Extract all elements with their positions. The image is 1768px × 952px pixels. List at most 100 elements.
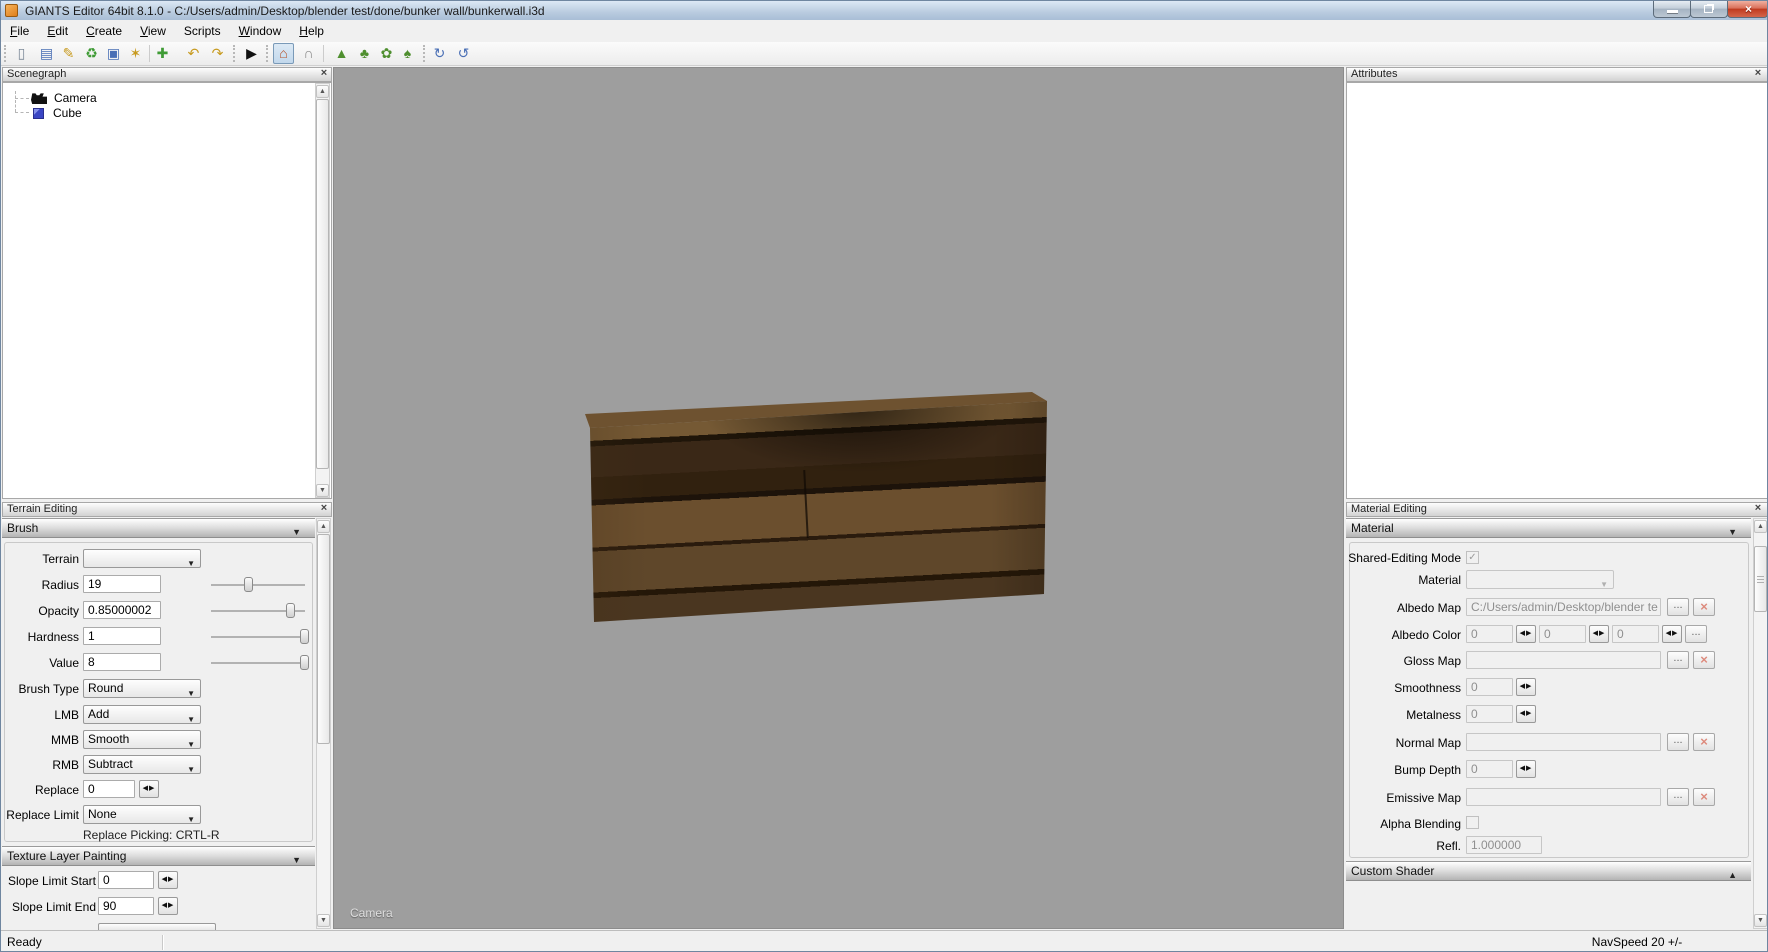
smoothness-input[interactable]: 0 bbox=[1466, 678, 1513, 696]
radius-input[interactable]: 19 bbox=[83, 575, 161, 593]
metalness-spinner[interactable]: ◀▶ bbox=[1516, 705, 1536, 723]
hardness-slider[interactable] bbox=[211, 636, 305, 638]
value-slider-handle[interactable] bbox=[300, 655, 309, 670]
slope-limit-end-input[interactable]: 90 bbox=[98, 897, 154, 915]
menu-help[interactable]: Help bbox=[290, 20, 333, 42]
add-object-button[interactable]: ✚ bbox=[152, 43, 173, 64]
albedo-map-input[interactable]: C:/Users/admin/Desktop/blender te bbox=[1466, 598, 1661, 616]
undo-button[interactable]: ↶ bbox=[183, 43, 204, 64]
scroll-thumb[interactable] bbox=[1754, 546, 1767, 612]
terrain-sculpt-button[interactable]: ▲ bbox=[331, 43, 352, 64]
radius-slider[interactable] bbox=[211, 584, 305, 586]
slope-limit-start-input[interactable]: 0 bbox=[98, 871, 154, 889]
terrain-dropdown[interactable]: ▼ bbox=[83, 549, 201, 568]
hardness-slider-handle[interactable] bbox=[300, 629, 309, 644]
opacity-slider[interactable] bbox=[211, 610, 305, 612]
play-button[interactable]: ▶ bbox=[241, 43, 262, 64]
scenegraph-item-camera[interactable]: Camera bbox=[31, 90, 97, 106]
slope-limit-start-spinner[interactable]: ◀▶ bbox=[158, 871, 178, 889]
viewport-3d[interactable]: Camera bbox=[333, 67, 1344, 929]
albedo-color-r-input[interactable]: 0 bbox=[1466, 625, 1513, 643]
open-file-button[interactable]: ▤ bbox=[36, 43, 57, 64]
reload-button[interactable]: ♻ bbox=[81, 43, 102, 64]
emissive-map-input[interactable] bbox=[1466, 788, 1661, 806]
export-button[interactable]: ✶ bbox=[125, 43, 146, 64]
rmb-dropdown[interactable]: Subtract ▼ bbox=[83, 755, 201, 774]
scenegraph-item-cube[interactable]: Cube bbox=[31, 105, 82, 121]
bump-depth-spinner[interactable]: ◀▶ bbox=[1516, 760, 1536, 778]
new-file-button[interactable]: ▯ bbox=[11, 43, 32, 64]
attributes-pane[interactable] bbox=[1346, 82, 1768, 499]
scroll-up-arrow[interactable]: ▲ bbox=[317, 520, 330, 533]
gloss-map-clear-button[interactable]: × bbox=[1693, 651, 1715, 669]
scroll-down-arrow[interactable]: ▼ bbox=[317, 914, 330, 927]
mmb-dropdown[interactable]: Smooth ▼ bbox=[83, 730, 201, 749]
replace-input[interactable]: 0 bbox=[83, 780, 135, 798]
custom-shader-header[interactable]: Custom Shader ▲ bbox=[1346, 861, 1751, 881]
replace-limit-dropdown[interactable]: None ▼ bbox=[83, 805, 201, 824]
metalness-input[interactable]: 0 bbox=[1466, 705, 1513, 723]
scroll-up-arrow[interactable]: ▲ bbox=[1754, 520, 1767, 533]
menu-edit[interactable]: Edit bbox=[38, 20, 77, 42]
albedo-map-clear-button[interactable]: × bbox=[1693, 598, 1715, 616]
menu-view[interactable]: View bbox=[131, 20, 175, 42]
replace-spinner[interactable]: ◀▶ bbox=[139, 780, 159, 798]
radius-slider-handle[interactable] bbox=[244, 577, 253, 592]
clipped-dropdown[interactable] bbox=[98, 923, 216, 930]
texture-layer-painting-header[interactable]: Texture Layer Painting ▼ bbox=[2, 846, 315, 866]
foliage-paint-button[interactable]: ♠ bbox=[397, 43, 418, 64]
lmb-dropdown[interactable]: Add ▼ bbox=[83, 705, 201, 724]
emissive-map-browse-button[interactable]: ... bbox=[1667, 788, 1689, 806]
menu-scripts[interactable]: Scripts bbox=[175, 20, 230, 42]
albedo-color-picker-button[interactable]: ... bbox=[1685, 625, 1707, 643]
brush-type-dropdown[interactable]: Round ▼ bbox=[83, 679, 201, 698]
menu-window[interactable]: Window bbox=[230, 20, 291, 42]
opacity-input[interactable]: 0.85000002 bbox=[83, 601, 161, 619]
normal-map-clear-button[interactable]: × bbox=[1693, 733, 1715, 751]
reload-shaders-button[interactable]: ↻ bbox=[429, 43, 450, 64]
material-dropdown[interactable]: ▼ bbox=[1466, 570, 1614, 589]
gloss-map-browse-button[interactable]: ... bbox=[1667, 651, 1689, 669]
material-editing-close-button[interactable]: × bbox=[1752, 503, 1764, 515]
emissive-map-clear-button[interactable]: × bbox=[1693, 788, 1715, 806]
albedo-map-browse-button[interactable]: ... bbox=[1667, 598, 1689, 616]
value-slider[interactable] bbox=[211, 662, 305, 664]
restore-button[interactable] bbox=[1690, 1, 1728, 18]
normal-map-input[interactable] bbox=[1466, 733, 1661, 751]
attributes-close-button[interactable]: × bbox=[1752, 68, 1764, 80]
frame-selected-button[interactable]: ⌂ bbox=[273, 43, 294, 64]
gloss-map-input[interactable] bbox=[1466, 651, 1661, 669]
scroll-down-arrow[interactable]: ▼ bbox=[316, 484, 329, 497]
hardness-input[interactable]: 1 bbox=[83, 627, 161, 645]
albedo-color-b-input[interactable]: 0 bbox=[1612, 625, 1659, 643]
redo-button[interactable]: ↷ bbox=[207, 43, 228, 64]
snap-button[interactable]: ∩ bbox=[298, 43, 319, 64]
slope-limit-end-spinner[interactable]: ◀▶ bbox=[158, 897, 178, 915]
shared-editing-mode-checkbox[interactable]: ✓ bbox=[1466, 551, 1479, 564]
scroll-thumb[interactable] bbox=[317, 534, 330, 744]
smoothness-spinner[interactable]: ◀▶ bbox=[1516, 678, 1536, 696]
albedo-color-g-input[interactable]: 0 bbox=[1539, 625, 1586, 643]
terrain-smooth-button[interactable]: ♣ bbox=[354, 43, 375, 64]
save-button[interactable]: ▣ bbox=[103, 43, 124, 64]
close-button[interactable]: × bbox=[1727, 1, 1768, 18]
albedo-color-b-spinner[interactable]: ◀▶ bbox=[1662, 625, 1682, 643]
bump-depth-input[interactable]: 0 bbox=[1466, 760, 1513, 778]
opacity-slider-handle[interactable] bbox=[286, 603, 295, 618]
menu-file[interactable]: File bbox=[1, 20, 38, 42]
scroll-thumb[interactable] bbox=[316, 99, 329, 469]
alpha-blending-checkbox[interactable] bbox=[1466, 816, 1479, 829]
terrain-paint-button[interactable]: ✿ bbox=[376, 43, 397, 64]
scenegraph-tree[interactable] bbox=[2, 82, 332, 499]
brush-section-header[interactable]: Brush ▼ bbox=[2, 518, 315, 538]
albedo-color-g-spinner[interactable]: ◀▶ bbox=[1589, 625, 1609, 643]
material-section-header[interactable]: Material ▼ bbox=[1346, 518, 1751, 538]
minimize-button[interactable] bbox=[1653, 1, 1691, 18]
scenegraph-close-button[interactable]: × bbox=[318, 68, 330, 80]
terrain-editing-close-button[interactable]: × bbox=[318, 503, 330, 515]
titlebar[interactable]: GIANTS Editor 64bit 8.1.0 - C:/Users/adm… bbox=[1, 1, 1768, 21]
value-input[interactable]: 8 bbox=[83, 653, 161, 671]
normal-map-browse-button[interactable]: ... bbox=[1667, 733, 1689, 751]
scroll-down-arrow[interactable]: ▼ bbox=[1754, 914, 1767, 927]
script-editor-button[interactable]: ✎ bbox=[58, 43, 79, 64]
